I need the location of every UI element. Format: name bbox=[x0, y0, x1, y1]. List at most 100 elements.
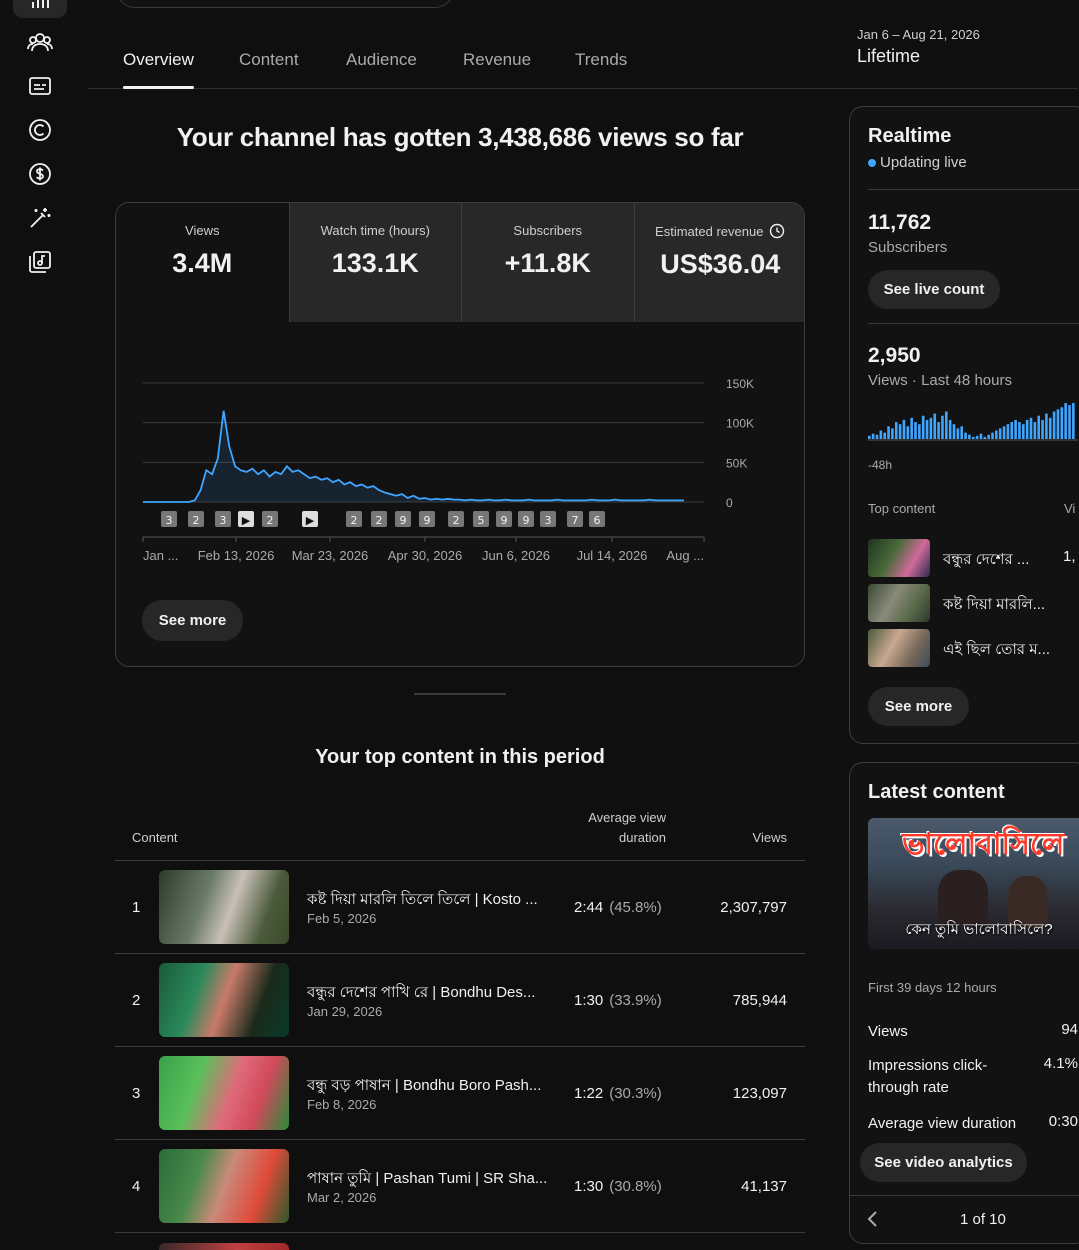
tab-audience[interactable]: Audience bbox=[346, 50, 417, 70]
search-bar[interactable] bbox=[116, 0, 454, 8]
metric-label: Watch time (hours) bbox=[320, 223, 430, 238]
video-thumbnail[interactable] bbox=[159, 1243, 289, 1250]
table-header: Content Average view duration Views bbox=[115, 808, 805, 861]
video-title[interactable]: বন্ধু বড় পাষান | Bondhu Boro Pash... bbox=[307, 1074, 541, 1099]
video-thumbnail[interactable] bbox=[159, 1149, 289, 1223]
metric-revenue[interactable]: Estimated revenue US$36.04 bbox=[633, 203, 804, 322]
video-publish-marker[interactable]: 3 bbox=[215, 511, 231, 527]
metric-subscribers[interactable]: Subscribers +11.8K bbox=[461, 203, 634, 322]
video-publish-marker[interactable]: 2 bbox=[371, 511, 387, 527]
realtime-bar bbox=[975, 435, 979, 439]
see-live-count-button[interactable]: See live count bbox=[868, 270, 1000, 309]
nav-analytics-active[interactable] bbox=[13, 0, 67, 18]
video-publish-marker[interactable]: 7 bbox=[567, 511, 583, 527]
realtime-bar bbox=[937, 422, 940, 439]
realtime-bar bbox=[1033, 422, 1037, 439]
customization-wand-icon[interactable] bbox=[26, 204, 54, 232]
table-row[interactable]: 2 বন্ধুর দেশের পাখি রে | Bondhu Des... Jan… bbox=[115, 954, 805, 1047]
svg-text:3: 3 bbox=[220, 514, 227, 527]
realtime-bar bbox=[979, 433, 983, 439]
audio-library-icon[interactable] bbox=[26, 248, 54, 276]
video-publish-marker[interactable]: ▶ bbox=[302, 511, 318, 527]
x-tick-label: Jun 6, 2026 bbox=[482, 548, 550, 563]
realtime-bar-chart[interactable] bbox=[868, 399, 1078, 449]
duration-percent: (33.9%) bbox=[609, 992, 662, 1009]
video-title[interactable]: কষ্ট দিয়া মারলি তিলে তিলে | Kosto ... bbox=[307, 888, 538, 913]
tab-trends[interactable]: Trends bbox=[575, 50, 627, 70]
tab-revenue[interactable]: Revenue bbox=[463, 50, 531, 70]
video-publish-marker[interactable]: 9 bbox=[419, 511, 435, 527]
tab-overview[interactable]: Overview bbox=[123, 50, 194, 89]
svg-text:▶: ▶ bbox=[242, 514, 251, 527]
stat-label: Average view duration bbox=[868, 1115, 1017, 1132]
video-thumbnail[interactable] bbox=[159, 870, 289, 944]
realtime-bar bbox=[1072, 403, 1075, 439]
realtime-top-item[interactable]: বন্ধুর দেশের ... 1, bbox=[868, 539, 1079, 577]
realtime-bar bbox=[983, 436, 987, 439]
video-publish-marker[interactable]: 3 bbox=[161, 511, 177, 527]
copyright-icon[interactable] bbox=[26, 116, 54, 144]
top-content-label: Top content bbox=[868, 501, 936, 516]
realtime-bar bbox=[1045, 413, 1048, 439]
date-range-text[interactable]: Jan 6 – Aug 21, 2026 bbox=[857, 27, 980, 42]
video-publish-marker[interactable]: 9 bbox=[395, 511, 411, 527]
realtime-bar bbox=[960, 426, 963, 439]
video-publish-marker[interactable]: 2 bbox=[188, 511, 204, 527]
video-title[interactable]: বন্ধুর দেশের পাখি রে | Bondhu Des... bbox=[307, 981, 535, 1006]
video-publish-marker[interactable]: 2 bbox=[448, 511, 464, 527]
realtime-bar bbox=[1018, 422, 1021, 439]
video-title: এই ছিল তোর ম... bbox=[943, 641, 1051, 658]
table-row[interactable]: 4 পাষান তুমি | Pashan Tumi | SR Sha... Mar… bbox=[115, 1140, 805, 1233]
subscriber-count: 11,762 bbox=[868, 211, 932, 234]
video-thumbnail[interactable] bbox=[159, 1056, 289, 1130]
metric-watch-time[interactable]: Watch time (hours) 133.1K bbox=[288, 203, 461, 322]
realtime-bar bbox=[906, 426, 910, 439]
video-publish-marker[interactable]: ▶ bbox=[238, 511, 254, 527]
analytics-tabs: Overview Content Audience Revenue Trends bbox=[88, 40, 1078, 89]
video-publish-marker[interactable]: 9 bbox=[518, 511, 534, 527]
realtime-bar bbox=[1056, 409, 1060, 439]
latest-content-panel: Latest content ভালোবাসিলে কেন তুমি ভালোব… bbox=[849, 762, 1079, 1244]
video-publish-marker[interactable]: 3 bbox=[540, 511, 556, 527]
video-title[interactable]: পাষান তুমি | Pashan Tumi | SR Sha... bbox=[307, 1167, 547, 1192]
realtime-top-item[interactable]: এই ছিল তোর ম... bbox=[868, 629, 1079, 667]
earn-dollar-icon[interactable] bbox=[26, 160, 54, 188]
latest-video-thumbnail[interactable]: ভালোবাসিলে কেন তুমি ভালোবাসিলে? bbox=[868, 818, 1079, 949]
col-avd-line1: Average view bbox=[588, 810, 666, 825]
row-rank: 3 bbox=[132, 1085, 141, 1102]
realtime-see-more-button[interactable]: See more bbox=[868, 687, 969, 726]
svg-text:2: 2 bbox=[376, 514, 383, 527]
audience-icon[interactable] bbox=[26, 28, 54, 56]
video-thumbnail[interactable] bbox=[159, 963, 289, 1037]
video-thumbnail bbox=[868, 629, 930, 667]
date-range-label[interactable]: Lifetime bbox=[857, 46, 920, 67]
y-tick-label: 50K bbox=[726, 456, 747, 470]
see-video-analytics-button[interactable]: See video analytics bbox=[860, 1143, 1027, 1182]
video-publish-marker[interactable]: 5 bbox=[473, 511, 489, 527]
video-publish-marker[interactable]: 2 bbox=[262, 511, 278, 527]
table-row[interactable]: 3 বন্ধু বড় পাষান | Bondhu Boro Pash... Fe… bbox=[115, 1047, 805, 1140]
chevron-left-icon[interactable] bbox=[866, 1210, 880, 1228]
col-avg-view-duration[interactable]: Average view duration bbox=[556, 808, 666, 848]
realtime-bar bbox=[995, 430, 998, 439]
table-row[interactable]: 1 কষ্ট দিয়া মারলি তিলে তিলে | Kosto ... F… bbox=[115, 861, 805, 954]
video-publish-marker[interactable]: 2 bbox=[346, 511, 362, 527]
video-publish-marker[interactable]: 6 bbox=[589, 511, 605, 527]
video-title: কষ্ট দিয়া মারলি... bbox=[943, 596, 1046, 613]
see-more-button[interactable]: See more bbox=[142, 600, 243, 641]
video-publish-marker[interactable]: 9 bbox=[496, 511, 512, 527]
duration-value: 2:44 bbox=[574, 899, 604, 916]
metric-views[interactable]: Views 3.4M bbox=[116, 203, 289, 322]
svg-text:3: 3 bbox=[545, 514, 552, 527]
tab-content[interactable]: Content bbox=[239, 50, 299, 70]
stat-label: Views bbox=[868, 1023, 908, 1040]
col-views[interactable]: Views bbox=[753, 830, 787, 845]
realtime-bar bbox=[1010, 422, 1014, 439]
video-date: Mar 2, 2026 bbox=[307, 1190, 377, 1205]
realtime-bar bbox=[952, 424, 956, 439]
svg-text:6: 6 bbox=[594, 514, 601, 527]
subtitles-icon[interactable] bbox=[26, 72, 54, 100]
realtime-bar bbox=[1068, 405, 1071, 439]
realtime-top-item[interactable]: কষ্ট দিয়া মারলি... bbox=[868, 584, 1079, 622]
realtime-bar bbox=[1052, 411, 1056, 439]
